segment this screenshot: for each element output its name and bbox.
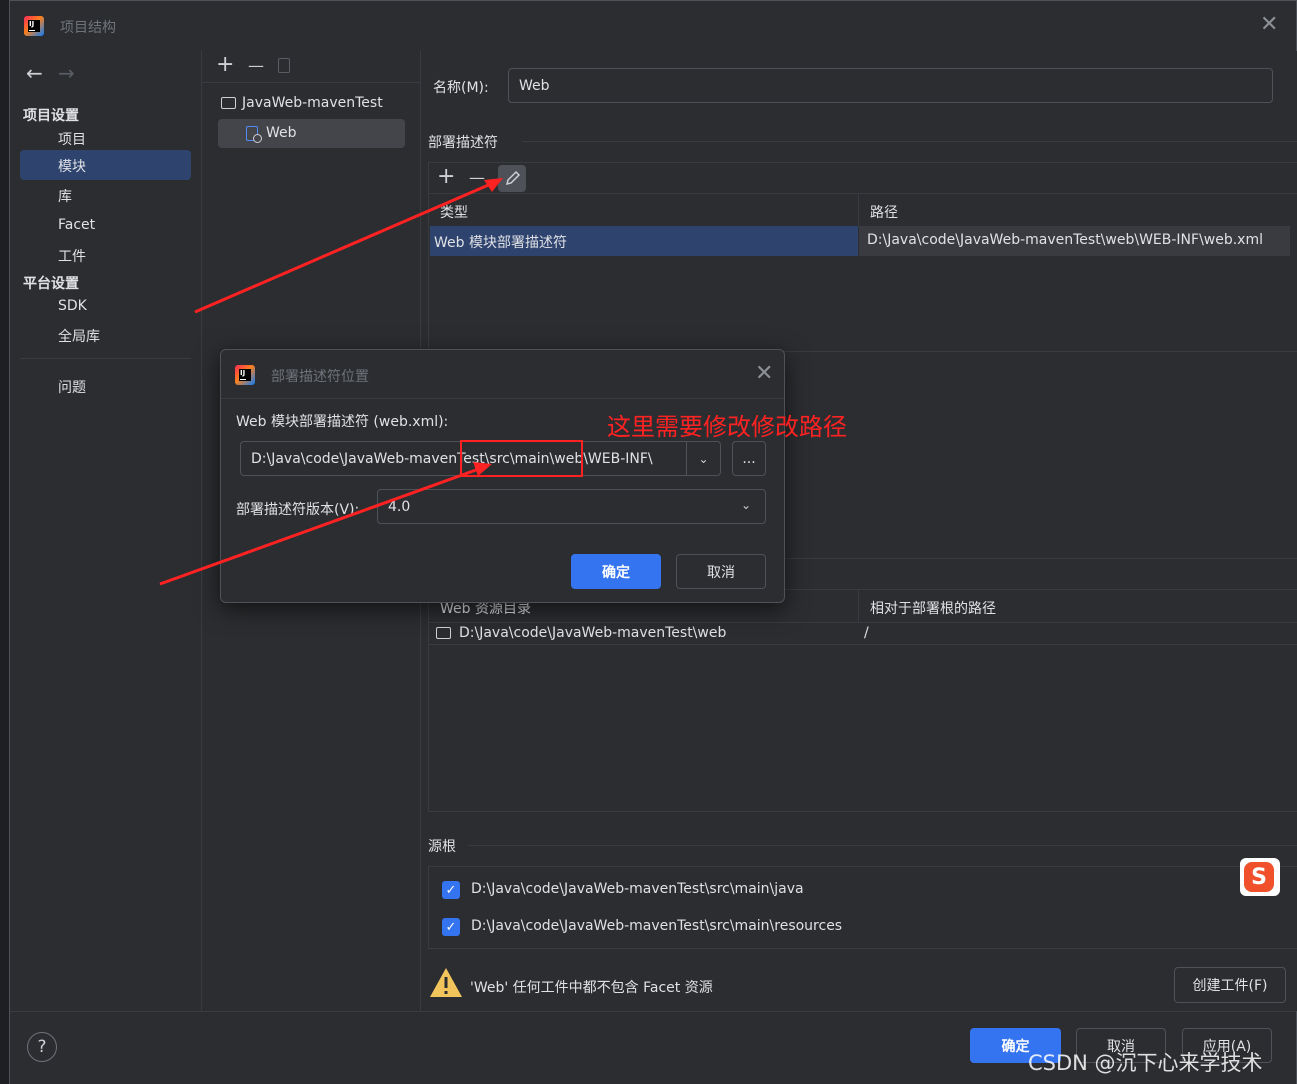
- annotation-arrows: [159, 178, 503, 586]
- arrowhead-path: [473, 462, 492, 476]
- arrow-to-path-field: [159, 464, 488, 586]
- csdn-watermark: CSDN @沉下心来学技术: [1028, 1051, 1263, 1075]
- arrow-to-edit-button: [194, 178, 501, 314]
